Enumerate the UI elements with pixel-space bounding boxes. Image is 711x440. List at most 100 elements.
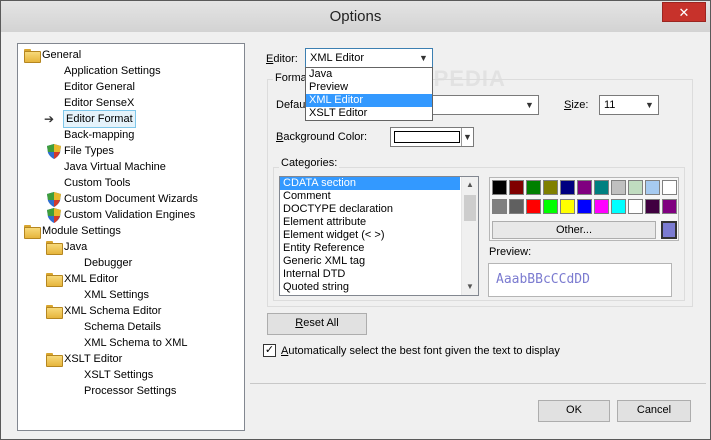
tree-item[interactable]: Java — [18, 239, 244, 255]
color-swatch[interactable] — [560, 199, 575, 214]
category-item[interactable]: Generic XML tag — [280, 255, 460, 268]
reset-all-button[interactable]: Reset All — [267, 313, 367, 335]
categories-scrollbar[interactable]: ▲ ▼ — [461, 177, 478, 295]
editor-dropdown-list[interactable]: Java Preview XML Editor XSLT Editor — [305, 67, 433, 121]
tree-item[interactable]: XSLT Editor — [18, 351, 244, 367]
color-swatch[interactable] — [492, 180, 507, 195]
tree-item[interactable]: XML Schema Editor — [18, 303, 244, 319]
category-item[interactable]: Element widget (< >) — [280, 229, 460, 242]
tree-item[interactable]: XML Settings — [18, 287, 244, 303]
color-swatch[interactable] — [560, 180, 575, 195]
size-label: Size: — [564, 99, 589, 111]
tree-item[interactable]: Module Settings — [18, 223, 244, 239]
color-swatch[interactable] — [662, 199, 677, 214]
tree-item[interactable]: Editor General — [18, 79, 244, 95]
shield-icon — [47, 208, 61, 223]
auto-font-checkbox[interactable]: ✓ — [263, 344, 276, 357]
default-font-label: Defaul — [276, 99, 308, 111]
preview-text: AaabBBcCCdDD — [496, 272, 590, 287]
tree-item[interactable]: Processor Settings — [18, 383, 244, 399]
category-item[interactable]: Internal DTD — [280, 268, 460, 281]
categories-title: Categories: — [279, 157, 340, 169]
tree-item[interactable]: ➔ Editor Format — [18, 110, 244, 128]
categories-list[interactable]: CDATA section Comment DOCTYPE declaration E… — [279, 176, 479, 296]
editor-option[interactable]: Preview — [306, 81, 432, 94]
scroll-up-icon[interactable]: ▲ — [462, 177, 478, 193]
tree-item[interactable]: Schema Details — [18, 319, 244, 335]
category-item[interactable]: Entity Reference — [280, 242, 460, 255]
color-swatch[interactable] — [509, 199, 524, 214]
category-item[interactable]: DOCTYPE declaration — [280, 203, 460, 216]
category-item[interactable]: Element attribute — [280, 216, 460, 229]
color-swatch[interactable] — [628, 180, 643, 195]
color-swatch[interactable] — [492, 199, 507, 214]
tree-item-label: Editor General — [64, 81, 135, 93]
tree-item[interactable]: Custom Tools — [18, 175, 244, 191]
color-swatch[interactable] — [645, 199, 660, 214]
title-bar[interactable]: Options ✕ — [1, 1, 710, 32]
color-swatch[interactable] — [645, 180, 660, 195]
tree-item[interactable]: Application Settings — [18, 63, 244, 79]
tree-item[interactable]: General — [18, 47, 244, 63]
auto-font-label: Automatically select the best font given… — [281, 345, 560, 357]
cancel-button[interactable]: Cancel — [617, 400, 691, 422]
tree-item-label: Application Settings — [64, 65, 161, 77]
editor-option[interactable]: XML Editor — [306, 94, 432, 107]
tree-item[interactable]: Java Virtual Machine — [18, 159, 244, 175]
folder-icon — [46, 353, 63, 367]
folder-icon — [24, 225, 41, 239]
category-item[interactable]: CDATA section — [280, 177, 460, 190]
scroll-down-icon[interactable]: ▼ — [462, 279, 478, 295]
shield-icon — [47, 144, 61, 159]
editor-option[interactable]: Java — [306, 68, 432, 81]
scroll-thumb[interactable] — [464, 195, 476, 221]
tree-item-label: XSLT Settings — [84, 369, 154, 381]
folder-icon — [46, 273, 63, 287]
color-swatch[interactable] — [611, 199, 626, 214]
color-swatch[interactable] — [628, 199, 643, 214]
other-color-button[interactable]: Other... — [492, 221, 656, 239]
color-swatch[interactable] — [543, 199, 558, 214]
size-select[interactable]: 11 ▼ — [599, 95, 659, 115]
chevron-down-icon: ▼ — [419, 53, 428, 63]
color-swatch[interactable] — [526, 199, 541, 214]
editor-label: Editor: — [266, 53, 298, 65]
category-item[interactable]: Comment — [280, 190, 460, 203]
tree-item-label: Custom Document Wizards — [64, 193, 198, 205]
tree-item-label: Processor Settings — [84, 385, 177, 397]
tree-item[interactable]: XML Editor — [18, 271, 244, 287]
current-color-swatch — [661, 221, 677, 239]
color-swatch[interactable] — [594, 199, 609, 214]
color-swatch[interactable] — [594, 180, 609, 195]
color-swatch[interactable] — [577, 180, 592, 195]
settings-tree[interactable]: General Application Settings Editor Genera… — [17, 43, 245, 431]
tree-item[interactable]: Custom Document Wizards — [18, 191, 244, 207]
tree-item[interactable]: Custom Validation Engines — [18, 207, 244, 223]
color-swatch[interactable] — [526, 180, 541, 195]
tree-item-label: XML Editor — [64, 273, 119, 285]
tree-item[interactable]: Debugger — [18, 255, 244, 271]
background-color-picker[interactable]: ▼ — [390, 127, 474, 147]
size-select-value: 11 — [604, 99, 616, 111]
background-color-label: Background Color: — [276, 131, 368, 143]
background-color-swatch — [394, 131, 460, 143]
tree-item[interactable]: Back-mapping — [18, 127, 244, 143]
tree-item[interactable]: XSLT Settings — [18, 367, 244, 383]
folder-icon — [24, 49, 41, 63]
editor-select[interactable]: XML Editor ▼ — [305, 48, 433, 68]
color-swatch[interactable] — [509, 180, 524, 195]
color-swatch[interactable] — [577, 199, 592, 214]
preview-label: Preview: — [489, 246, 532, 258]
tree-item[interactable]: XML Schema to XML — [18, 335, 244, 351]
color-swatch[interactable] — [611, 180, 626, 195]
tree-item[interactable]: File Types — [18, 143, 244, 159]
tree-item-label: Back-mapping — [64, 129, 135, 141]
category-item[interactable]: Quoted string — [280, 281, 460, 294]
tree-item-label: XSLT Editor — [64, 353, 123, 365]
tree-item[interactable]: Editor SenseX — [18, 95, 244, 111]
editor-option[interactable]: XSLT Editor — [306, 107, 432, 120]
color-swatch[interactable] — [662, 180, 677, 195]
color-swatch[interactable] — [543, 180, 558, 195]
close-button[interactable]: ✕ — [662, 2, 706, 22]
ok-button[interactable]: OK — [538, 400, 610, 422]
